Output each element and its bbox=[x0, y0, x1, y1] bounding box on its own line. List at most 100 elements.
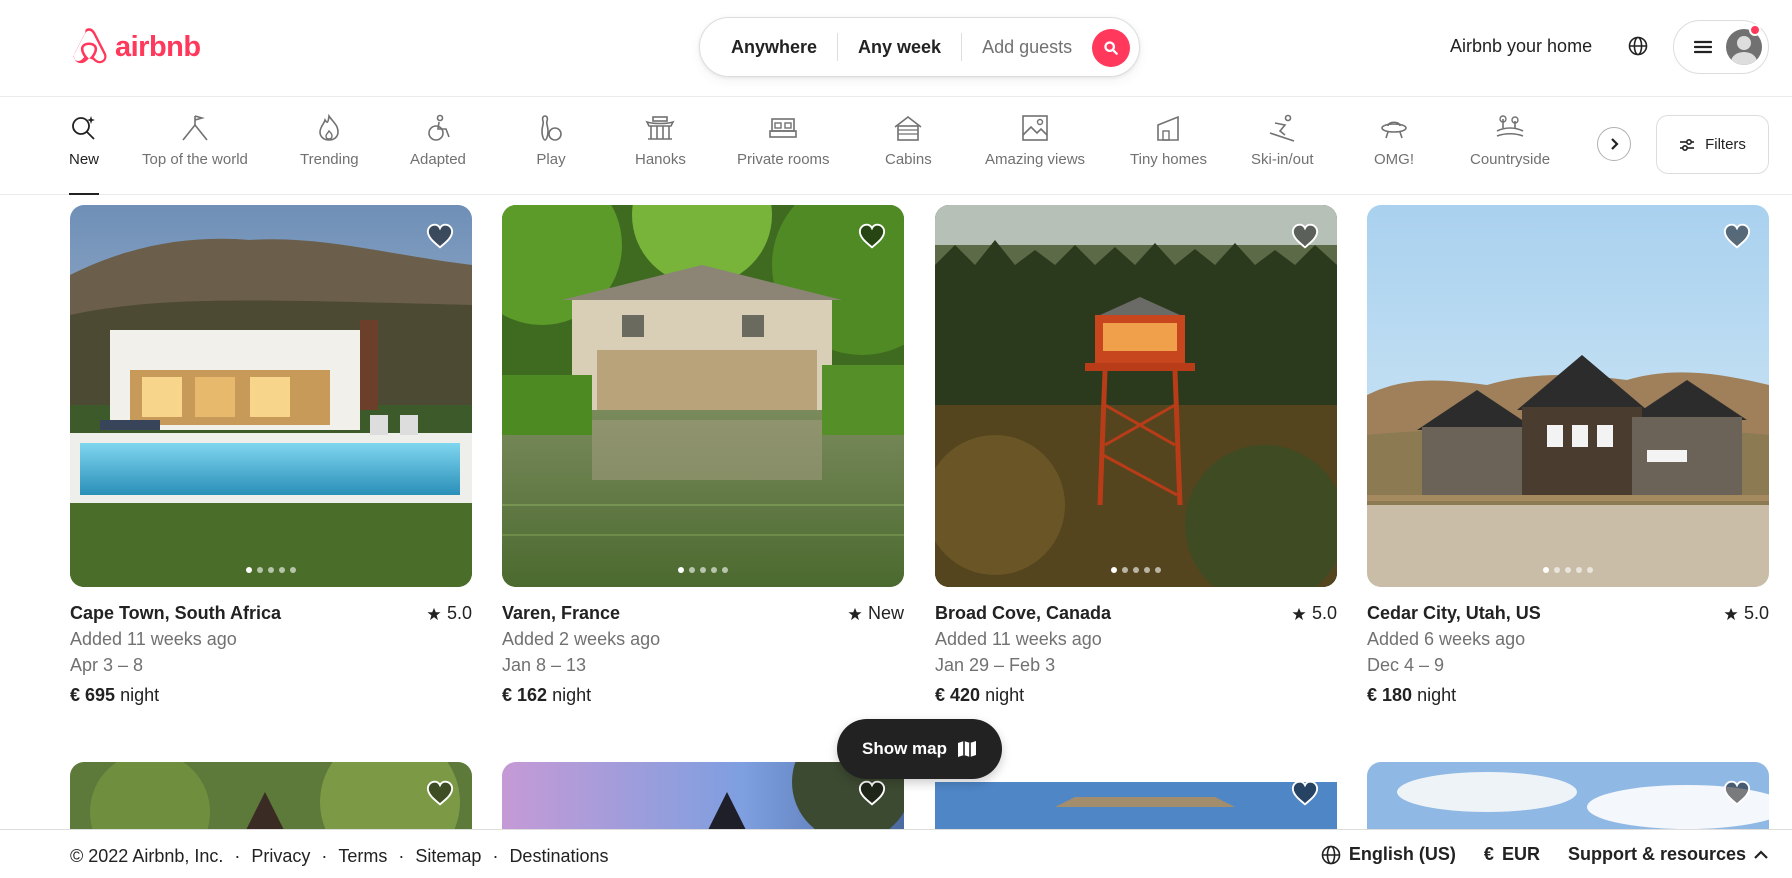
footer-bar: © 2022 Airbnb, Inc. · Privacy · Terms · … bbox=[0, 829, 1792, 878]
cabin-icon bbox=[894, 115, 922, 141]
listing-price: € 695 night bbox=[70, 685, 472, 706]
listing-dates: Jan 8 – 13 bbox=[502, 655, 587, 675]
category-top-of-the-world[interactable]: Top of the world bbox=[142, 113, 248, 195]
price-unit: night bbox=[985, 685, 1025, 705]
search-anywhere-button[interactable]: Anywhere bbox=[700, 33, 837, 61]
category-hanoks[interactable]: Hanoks bbox=[635, 113, 686, 195]
listing-rating: New bbox=[848, 603, 904, 624]
show-map-button[interactable]: Show map bbox=[837, 719, 1002, 779]
heart-icon bbox=[858, 223, 886, 249]
chevron-right-icon bbox=[1611, 138, 1619, 150]
footer-copyright: © 2022 Airbnb, Inc. bbox=[70, 846, 224, 866]
listing-card-partial[interactable] bbox=[502, 762, 904, 832]
filter-sliders-icon bbox=[1680, 138, 1695, 151]
category-trending[interactable]: Trending bbox=[300, 113, 359, 195]
listing-location: Varen, France bbox=[502, 603, 621, 623]
search-add-guests-button[interactable]: Add guests bbox=[962, 33, 1092, 61]
globe-icon bbox=[1628, 36, 1648, 56]
category-cabins[interactable]: Cabins bbox=[885, 113, 932, 195]
category-label: Hanoks bbox=[635, 151, 686, 168]
picture-icon bbox=[1022, 115, 1048, 141]
category-private-rooms[interactable]: Private rooms bbox=[737, 113, 830, 195]
listing-card-partial[interactable] bbox=[935, 762, 1337, 832]
airbnb-logo[interactable]: airbnb bbox=[69, 26, 201, 68]
listing-price: € 420 night bbox=[935, 685, 1337, 706]
category-label: Amazing views bbox=[985, 151, 1086, 168]
category-label: Adapted bbox=[410, 151, 466, 168]
wishlist-heart-button[interactable] bbox=[858, 780, 886, 811]
currency-selector[interactable]: € EUR bbox=[1484, 844, 1540, 865]
filters-button[interactable]: Filters bbox=[1656, 115, 1769, 174]
bowling-icon bbox=[541, 115, 562, 141]
wishlist-heart-button[interactable] bbox=[858, 223, 886, 254]
airbnb-your-home-link[interactable]: Airbnb your home bbox=[1450, 36, 1592, 57]
wishlist-heart-button[interactable] bbox=[1723, 223, 1751, 254]
price-unit: night bbox=[1417, 685, 1457, 705]
top-header: airbnb Anywhere Any week Add guests Airb… bbox=[0, 0, 1792, 97]
footer-link-privacy[interactable]: Privacy bbox=[251, 846, 310, 867]
photo-carousel-dots bbox=[246, 567, 296, 573]
price-amount: € 162 bbox=[502, 685, 548, 705]
footer-separator: · bbox=[398, 846, 405, 866]
category-label: Ski-in/out bbox=[1251, 151, 1314, 168]
wishlist-heart-button[interactable] bbox=[1723, 780, 1751, 811]
category-scroll-next-button[interactable] bbox=[1597, 127, 1631, 161]
language-selector[interactable]: English (US) bbox=[1321, 844, 1456, 865]
chevron-up-icon bbox=[1754, 849, 1768, 859]
category-amazing-views[interactable]: Amazing views bbox=[985, 113, 1085, 195]
listing-dates: Dec 4 – 9 bbox=[1367, 655, 1445, 675]
listing-photo[interactable] bbox=[502, 205, 904, 587]
category-play[interactable]: Play bbox=[536, 113, 566, 195]
rating-value: 5.0 bbox=[1743, 603, 1769, 623]
listing-card[interactable]: Varen, France New Added 2 weeks ago Jan … bbox=[502, 205, 904, 706]
wheelchair-icon bbox=[428, 114, 450, 141]
wishlist-heart-button[interactable] bbox=[426, 780, 454, 811]
category-ski-in-out[interactable]: Ski-in/out bbox=[1251, 113, 1314, 195]
wishlist-heart-button[interactable] bbox=[1291, 780, 1319, 811]
listing-card-partial[interactable] bbox=[1367, 762, 1769, 832]
notification-dot bbox=[1749, 24, 1761, 36]
countryside-icon bbox=[1496, 115, 1524, 137]
listing-rating: 5.0 bbox=[1292, 603, 1337, 624]
listing-card[interactable]: Broad Cove, Canada 5.0 Added 11 weeks ag… bbox=[935, 205, 1337, 706]
listing-photo[interactable] bbox=[70, 205, 472, 587]
category-new[interactable]: New bbox=[69, 113, 100, 195]
search-any-week-button[interactable]: Any week bbox=[838, 33, 961, 61]
photo-carousel-dots bbox=[678, 567, 728, 573]
search-submit-button[interactable] bbox=[1092, 29, 1130, 67]
category-countryside[interactable]: Countryside bbox=[1470, 113, 1550, 195]
category-label: Trending bbox=[300, 151, 359, 168]
map-icon bbox=[958, 741, 976, 757]
footer-link-sitemap[interactable]: Sitemap bbox=[415, 846, 481, 867]
listing-card-partial[interactable] bbox=[70, 762, 472, 832]
listing-location: Broad Cove, Canada bbox=[935, 603, 1112, 623]
listing-added: Added 11 weeks ago bbox=[935, 629, 1102, 649]
listing-location: Cape Town, South Africa bbox=[70, 603, 282, 623]
category-bar: New Top of the world Trending Adapted Pl… bbox=[0, 97, 1792, 195]
category-tiny-homes[interactable]: Tiny homes bbox=[1130, 113, 1207, 195]
globe-icon bbox=[1321, 845, 1341, 864]
category-label: Play bbox=[536, 151, 566, 168]
footer-link-destinations[interactable]: Destinations bbox=[509, 846, 608, 867]
tiny-home-icon bbox=[1157, 115, 1180, 141]
skier-icon bbox=[1270, 114, 1295, 142]
listing-dates: Apr 3 – 8 bbox=[70, 655, 144, 675]
heart-icon bbox=[1291, 780, 1319, 806]
support-resources-button[interactable]: Support & resources bbox=[1568, 844, 1768, 865]
heart-icon bbox=[426, 223, 454, 249]
listing-photo[interactable] bbox=[1367, 205, 1769, 587]
wishlist-heart-button[interactable] bbox=[426, 223, 454, 254]
language-globe-button[interactable] bbox=[1628, 36, 1648, 61]
heart-icon bbox=[858, 780, 886, 806]
category-omg[interactable]: OMG! bbox=[1374, 113, 1414, 195]
listing-card[interactable]: Cedar City, Utah, US 5.0 Added 6 weeks a… bbox=[1367, 205, 1769, 706]
listing-card[interactable]: Cape Town, South Africa 5.0 Added 11 wee… bbox=[70, 205, 472, 706]
listing-photo[interactable] bbox=[935, 205, 1337, 587]
listing-added: Added 6 weeks ago bbox=[1367, 629, 1526, 649]
price-unit: night bbox=[120, 685, 160, 705]
footer-link-terms[interactable]: Terms bbox=[338, 846, 387, 867]
wishlist-heart-button[interactable] bbox=[1291, 223, 1319, 254]
star-icon bbox=[848, 607, 862, 620]
category-adapted[interactable]: Adapted bbox=[410, 113, 466, 195]
search-bar[interactable]: Anywhere Any week Add guests bbox=[699, 17, 1140, 77]
